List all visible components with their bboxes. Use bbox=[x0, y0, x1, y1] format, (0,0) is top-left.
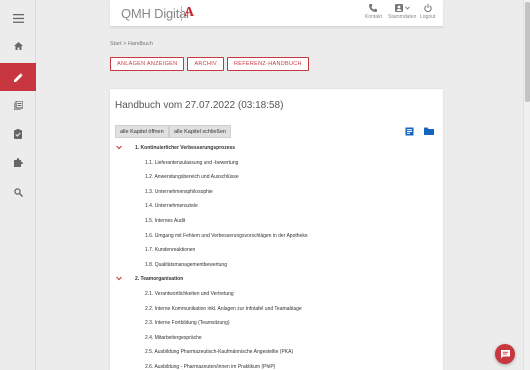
section-title: 1.2. Anwendungsbereich und Ausschlüsse bbox=[145, 174, 239, 181]
section-title: 1.3. Unternehmensphilosophie bbox=[145, 188, 213, 195]
breadcrumb: Start > Handbuch bbox=[110, 41, 153, 47]
logout-label: Logout bbox=[420, 14, 436, 20]
section-title: 2.6. Ausbildung - Pharmazeuten/innen im … bbox=[145, 364, 276, 370]
section-title: 2.2. Interne Kommunikation inkl. Anlagen… bbox=[145, 305, 302, 312]
page-title: Handbuch vom 27.07.2022 (03:18:58) bbox=[115, 100, 284, 111]
show-attachments-button[interactable]: ANLAGEN ANZEIGEN bbox=[110, 57, 185, 71]
breadcrumb-current: Handbuch bbox=[127, 41, 153, 47]
page-scrollbar[interactable] bbox=[523, 0, 530, 370]
home-icon bbox=[13, 42, 23, 50]
account-box-icon bbox=[394, 4, 403, 12]
sidebar-item-search[interactable] bbox=[0, 178, 36, 206]
section-title: 1.7. Kundenreaktionen bbox=[145, 247, 196, 254]
open-all-chapters-button[interactable]: alle Kapitel öffnen bbox=[115, 125, 169, 138]
close-all-chapters-button[interactable]: alle Kapitel schließen bbox=[169, 125, 231, 138]
chapter-row[interactable]: 1. Kontinuierlicher Verbesserungsprozess bbox=[110, 141, 443, 155]
section-title: 2.5. Ausbildung Pharmazeutisch-Kaufmänni… bbox=[145, 349, 294, 356]
folder-icon[interactable] bbox=[424, 127, 434, 135]
phone-icon bbox=[369, 4, 378, 12]
section-row[interactable]: 1.5. Internes Audit bbox=[110, 214, 443, 228]
sidebar-item-extensions[interactable] bbox=[0, 148, 36, 176]
clipboard-check-icon bbox=[14, 129, 22, 139]
master-data-button[interactable]: Stammdaten bbox=[388, 4, 416, 20]
section-title: 2.4. Mitarbeitergespräche bbox=[145, 334, 202, 341]
toolbar: ANLAGEN ANZEIGEN ARCHIV REFERENZ-HANDBUC… bbox=[110, 57, 309, 71]
chat-button[interactable] bbox=[495, 344, 515, 364]
section-row[interactable]: 2.6. Ausbildung - Pharmazeuten/innen im … bbox=[110, 360, 443, 370]
section-row[interactable]: 2.1. Verantwortlichkeiten und Vertretung bbox=[110, 287, 443, 301]
menu-icon bbox=[12, 13, 24, 23]
section-title: 1.5. Internes Audit bbox=[145, 218, 186, 224]
pencil-icon bbox=[13, 72, 23, 82]
section-row[interactable]: 1.7. Kundenreaktionen bbox=[110, 243, 443, 257]
section-title: 2.1. Verantwortlichkeiten und Vertretung bbox=[145, 291, 234, 297]
pharmacy-a-logo: A bbox=[184, 5, 195, 20]
power-icon bbox=[423, 4, 432, 12]
reference-handbook-button[interactable]: REFERENZ-HANDBUCH bbox=[227, 57, 309, 71]
sidebar-item-library[interactable] bbox=[0, 91, 36, 119]
section-row[interactable]: 1.6. Umgang mit Fehlern und Verbesserung… bbox=[110, 229, 443, 243]
section-title: 2.3. Interne Fortbildung (Teamsitzung) bbox=[145, 320, 230, 327]
search-icon bbox=[13, 187, 23, 197]
sidebar-item-home[interactable] bbox=[0, 32, 36, 60]
section-row[interactable]: 1.4. Unternehmensziele bbox=[110, 199, 443, 213]
chapter-title: 1. Kontinuierlicher Verbesserungsprozess bbox=[135, 145, 236, 151]
archive-button[interactable]: ARCHIV bbox=[187, 57, 225, 71]
scrollbar-thumb[interactable] bbox=[525, 2, 530, 102]
contact-button[interactable]: Kontakt bbox=[365, 4, 382, 20]
section-title: 1.8. Qualitätsmanagementbewertung bbox=[145, 261, 227, 268]
section-row[interactable]: 1.3. Unternehmensphilosophie bbox=[110, 185, 443, 199]
section-row[interactable]: 2.2. Interne Kommunikation inkl. Anlagen… bbox=[110, 302, 443, 316]
section-row[interactable]: 2.5. Ausbildung Pharmazeutisch-Kaufmänni… bbox=[110, 345, 443, 359]
chat-icon bbox=[500, 349, 510, 358]
breadcrumb-separator: > bbox=[123, 41, 127, 47]
app-logo: QMH Digital bbox=[121, 6, 189, 21]
sidebar-item-tasks[interactable] bbox=[0, 120, 36, 148]
section-row[interactable]: 2.3. Interne Fortbildung (Teamsitzung) bbox=[110, 316, 443, 330]
section-row[interactable]: 1.8. Qualitätsmanagementbewertung bbox=[110, 258, 443, 272]
chevron-down-icon[interactable] bbox=[116, 145, 122, 150]
sidebar bbox=[0, 0, 36, 370]
logout-button[interactable]: Logout bbox=[420, 4, 435, 20]
breadcrumb-home[interactable]: Start bbox=[110, 41, 122, 47]
section-row[interactable]: 1.1. Lieferantenzulassung und -bewertung bbox=[110, 156, 443, 170]
document-view-icon[interactable] bbox=[405, 127, 414, 136]
section-row[interactable]: 2.4. Mitarbeitergespräche bbox=[110, 331, 443, 345]
contact-label: Kontakt bbox=[365, 14, 382, 20]
section-title: 1.4. Unternehmensziele bbox=[145, 203, 198, 210]
chapter-title: 2. Teamorganisation bbox=[135, 276, 184, 283]
top-header: QMH Digital A Kontakt Stammdaten Logout bbox=[110, 0, 443, 27]
puzzle-icon bbox=[13, 157, 23, 167]
menu-button[interactable] bbox=[0, 4, 36, 32]
sidebar-item-edit[interactable] bbox=[0, 63, 36, 91]
chevron-down-icon bbox=[404, 6, 410, 10]
logo-divider bbox=[181, 6, 182, 21]
chevron-down-icon[interactable] bbox=[116, 276, 122, 281]
master-data-label: Stammdaten bbox=[388, 14, 417, 20]
section-row[interactable]: 1.2. Anwendungsbereich und Ausschlüsse bbox=[110, 170, 443, 184]
section-title: 1.1. Lieferantenzulassung und -bewertung bbox=[145, 159, 239, 166]
chapter-row[interactable]: 2. Teamorganisation bbox=[110, 272, 443, 286]
library-icon bbox=[13, 100, 23, 110]
handbook-card: Handbuch vom 27.07.2022 (03:18:58) alle … bbox=[110, 89, 443, 370]
section-title: 1.6. Umgang mit Fehlern und Verbesserung… bbox=[145, 232, 308, 239]
